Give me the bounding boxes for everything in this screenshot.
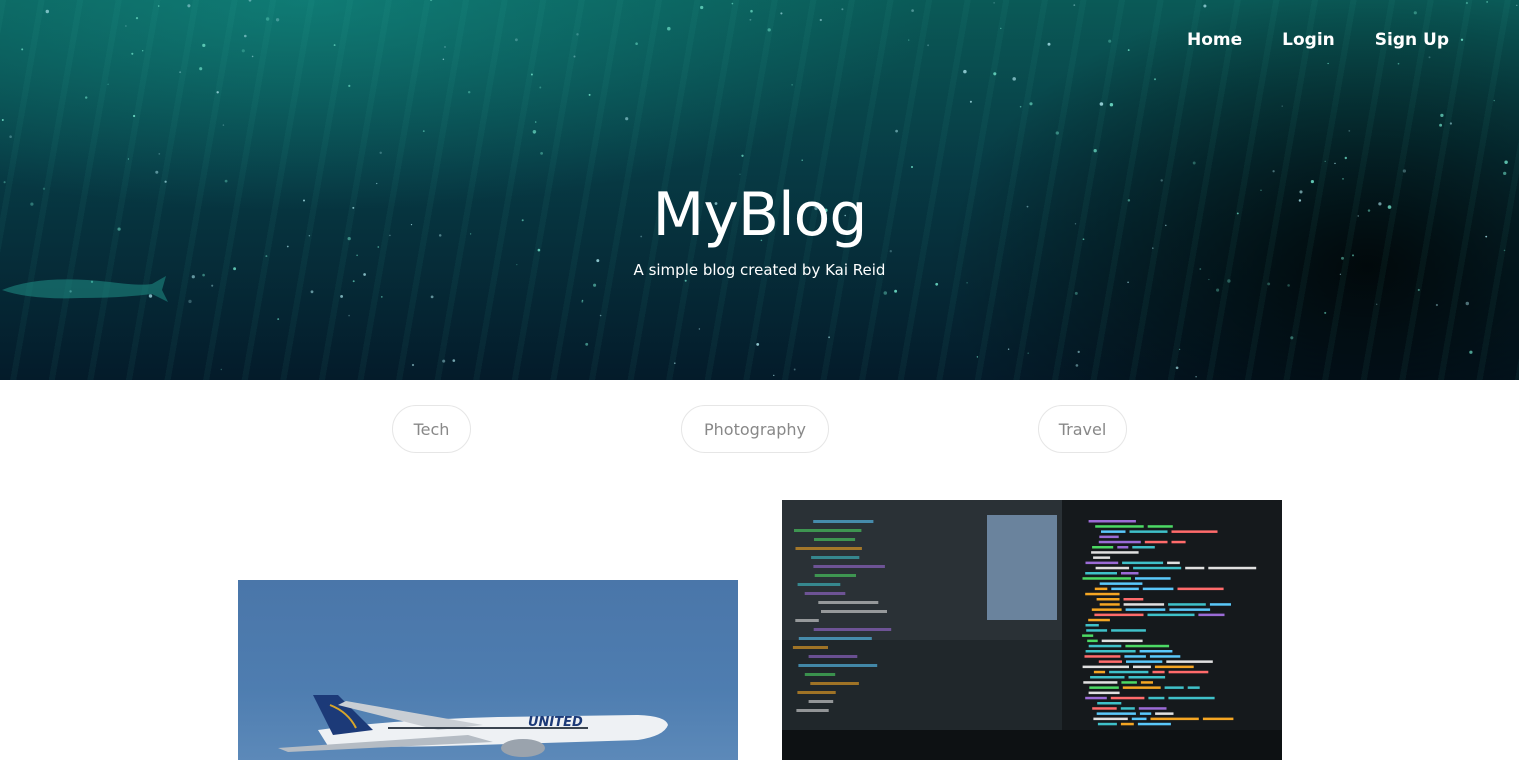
code-screens-icon (782, 500, 1282, 760)
top-nav: Home Login Sign Up (1187, 26, 1449, 54)
category-travel-button[interactable]: Travel (1038, 405, 1127, 453)
category-tech-button[interactable]: Tech (392, 405, 471, 453)
airplane-icon: UNITED (278, 695, 668, 757)
nav-home-link[interactable]: Home (1187, 26, 1242, 54)
airplane-livery-text: UNITED (528, 715, 583, 730)
nav-signup-link[interactable]: Sign Up (1375, 26, 1449, 54)
post-image-airplane[interactable]: UNITED (238, 580, 738, 760)
site-tagline: A simple blog created by Kai Reid (633, 261, 886, 279)
hero-banner: Home Login Sign Up MyBlog A simple blog … (0, 0, 1519, 380)
nav-login-link[interactable]: Login (1282, 26, 1335, 54)
post-image-code[interactable] (782, 500, 1282, 760)
category-bar: Tech Photography Travel (0, 380, 1519, 500)
category-photography-button[interactable]: Photography (681, 405, 829, 453)
site-title: MyBlog (652, 180, 868, 250)
